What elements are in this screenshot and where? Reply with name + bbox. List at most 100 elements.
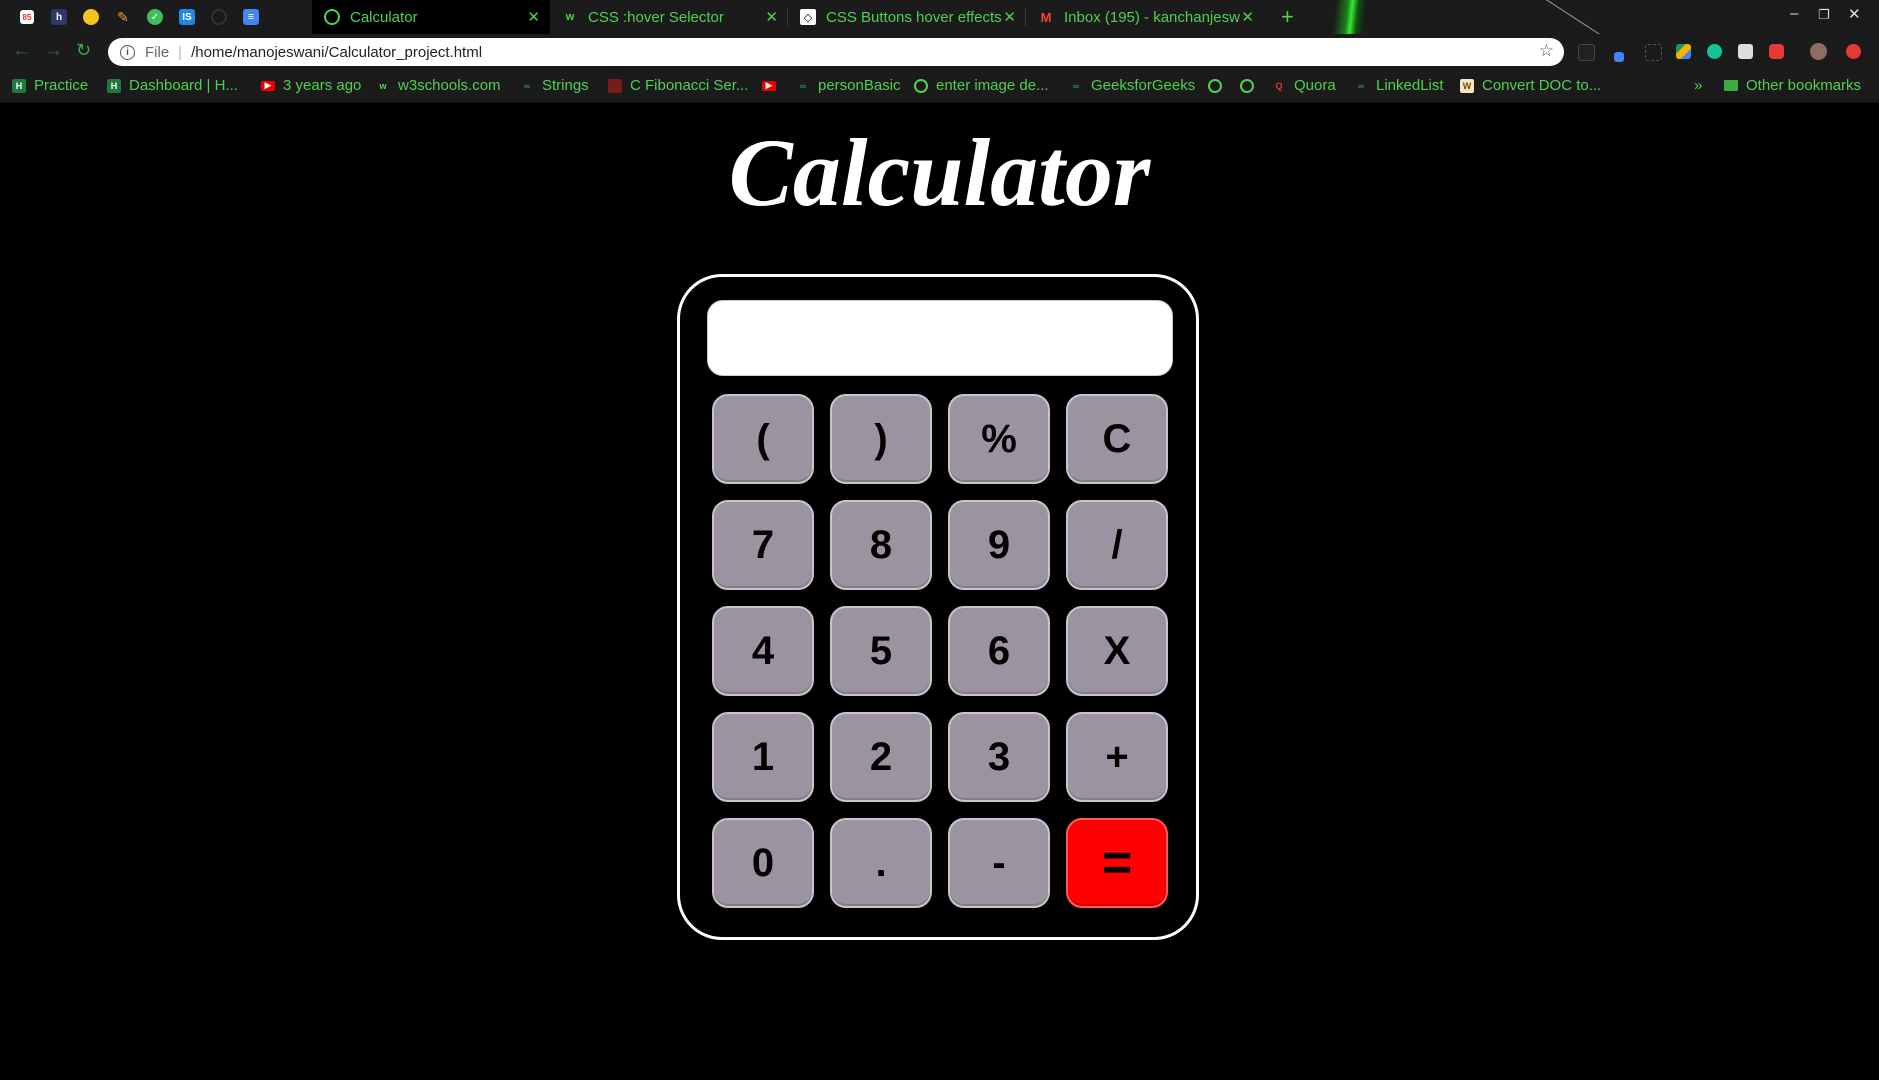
close-icon[interactable]: ✕: [765, 8, 778, 26]
circle-icon: [211, 9, 227, 25]
bookmark-youtube[interactable]: ▶ 3 years ago: [261, 69, 361, 102]
calculator-display[interactable]: [707, 300, 1173, 376]
gmail-icon: M: [1040, 9, 1052, 25]
bookmark-geeksforgeeks[interactable]: ∞ GeeksforGeeks: [1069, 69, 1195, 102]
bookmarks-bar: H Practice H Dashboard | H... ▶ 3 years ago…: [0, 69, 1879, 103]
sun-icon: [83, 9, 99, 25]
bookmark-page-icon: [608, 78, 622, 93]
geeksforgeeks-icon: ∞: [1357, 80, 1365, 91]
convert-icon: W: [1460, 78, 1474, 93]
bookmark-fibonacci[interactable]: C Fibonacci Ser...: [608, 69, 748, 102]
tab-label: Inbox (195) - kanchanjesw: [1064, 8, 1240, 26]
key-8-button[interactable]: 8: [830, 500, 932, 590]
bookmark-youtube-2[interactable]: ▶: [762, 69, 784, 102]
key-6-button[interactable]: 6: [948, 606, 1050, 696]
is-icon: IS: [179, 9, 195, 25]
key-multiply-button[interactable]: X: [1066, 606, 1168, 696]
tab-label: CSS Buttons hover effects: [826, 8, 1002, 26]
extension-icon[interactable]: [1578, 44, 1595, 61]
key-minus-button[interactable]: -: [948, 818, 1050, 908]
key-5-button[interactable]: 5: [830, 606, 932, 696]
close-window-icon[interactable]: ✕: [1848, 5, 1861, 23]
key-clear-button[interactable]: C: [1066, 394, 1168, 484]
reload-icon[interactable]: ↻: [76, 40, 91, 61]
extension-bracket-icon[interactable]: [1645, 44, 1662, 61]
bookmark-dashboard[interactable]: H Dashboard | H...: [107, 69, 238, 102]
close-icon[interactable]: ✕: [1003, 8, 1016, 26]
globe-icon: [1208, 78, 1222, 93]
key-decimal-button[interactable]: .: [830, 818, 932, 908]
drive-icon[interactable]: [1676, 44, 1691, 59]
bookmark-linkedlist[interactable]: ∞ LinkedList: [1354, 69, 1444, 102]
bookmarks-overflow-button[interactable]: »: [1694, 69, 1702, 102]
tab-css-hover[interactable]: w CSS :hover Selector ✕: [550, 0, 788, 34]
geeks-icon: H: [12, 78, 26, 93]
bookmark-personbasic[interactable]: ∞ personBasic: [796, 69, 901, 102]
key-9-button[interactable]: 9: [948, 500, 1050, 590]
key-0-button[interactable]: 0: [712, 818, 814, 908]
tab-label: Calculator: [350, 8, 418, 26]
pen-icon: ✎: [117, 8, 129, 25]
youtube-icon: ▶: [762, 80, 776, 91]
wallpaper-swoosh: [1322, 0, 1368, 34]
key-close-paren-button[interactable]: ): [830, 394, 932, 484]
update-icon[interactable]: [1846, 44, 1861, 59]
bookmark-globe-2[interactable]: [1240, 69, 1262, 102]
new-tab-button[interactable]: +: [1281, 4, 1294, 30]
page-title: Calculator: [728, 119, 1151, 226]
youtube-icon: ▶: [261, 80, 275, 91]
bookmark-strings[interactable]: ∞ Strings: [520, 69, 589, 102]
close-icon[interactable]: ✕: [1241, 8, 1254, 26]
extension-k-icon[interactable]: [1738, 44, 1753, 59]
tab-label: CSS :hover Selector: [588, 8, 724, 26]
geeksforgeeks-icon: ∞: [523, 80, 531, 91]
key-2-button[interactable]: 2: [830, 712, 932, 802]
bookmark-star-icon[interactable]: ☆: [1539, 41, 1554, 61]
forward-arrow-icon[interactable]: →: [44, 40, 63, 62]
address-url: /home/manojeswani/Calculator_project.htm…: [191, 43, 483, 61]
info-icon[interactable]: i: [120, 44, 135, 60]
extension-red-icon[interactable]: [1769, 44, 1784, 59]
key-7-button[interactable]: 7: [712, 500, 814, 590]
tab-calculator[interactable]: Calculator ✕: [312, 0, 550, 34]
key-4-button[interactable]: 4: [712, 606, 814, 696]
bookmark-globe-1[interactable]: [1208, 69, 1230, 102]
address-divider: |: [178, 43, 183, 61]
key-plus-button[interactable]: +: [1066, 712, 1168, 802]
tab-inbox[interactable]: M Inbox (195) - kanchanjesw ✕: [1026, 0, 1264, 34]
globe-icon: [1240, 78, 1254, 93]
key-open-paren-button[interactable]: (: [712, 394, 814, 484]
bookmark-practice[interactable]: H Practice: [12, 69, 88, 102]
back-arrow-icon[interactable]: ←: [12, 40, 31, 62]
globe-icon: [914, 78, 928, 93]
key-3-button[interactable]: 3: [948, 712, 1050, 802]
avatar[interactable]: [1810, 43, 1827, 60]
pinned-tab-docs[interactable]: ≡: [232, 0, 270, 34]
globe-icon: [324, 9, 340, 25]
key-divide-button[interactable]: /: [1066, 500, 1168, 590]
calendar-icon: 85: [20, 10, 34, 24]
tab-strip: 85 h ✎ ✓ IS ≡ Calculator ✕ w CSS :hover …: [0, 0, 1879, 34]
key-equals-button[interactable]: =: [1066, 818, 1168, 908]
check-icon: ✓: [147, 9, 163, 25]
bookmark-enter-image[interactable]: enter image de...: [914, 69, 1049, 102]
hackerrank-icon: h: [51, 9, 67, 25]
w3schools-icon: w: [565, 11, 575, 23]
extension-pen-icon[interactable]: [1614, 52, 1624, 62]
bookmark-w3schools[interactable]: w w3schools.com: [376, 69, 500, 102]
docs-icon: ≡: [243, 9, 259, 25]
bookmark-convert-doc[interactable]: W Convert DOC to...: [1460, 69, 1601, 102]
w3schools-icon: w: [379, 80, 387, 91]
grammarly-icon[interactable]: [1707, 44, 1722, 59]
bookmark-quora[interactable]: Q Quora: [1272, 69, 1335, 102]
address-bar[interactable]: i File | /home/manojeswani/Calculator_pr…: [108, 38, 1564, 66]
geeksforgeeks-icon: ∞: [1072, 80, 1080, 91]
tab-css-buttons[interactable]: ◇ CSS Buttons hover effects ✕: [788, 0, 1026, 34]
close-icon[interactable]: ✕: [527, 8, 540, 26]
restore-icon[interactable]: ❐: [1818, 7, 1830, 23]
codepen-icon: ◇: [800, 9, 816, 25]
minimize-icon[interactable]: –: [1790, 5, 1798, 22]
key-percent-button[interactable]: %: [948, 394, 1050, 484]
key-1-button[interactable]: 1: [712, 712, 814, 802]
other-bookmarks[interactable]: Other bookmarks: [1724, 69, 1861, 102]
